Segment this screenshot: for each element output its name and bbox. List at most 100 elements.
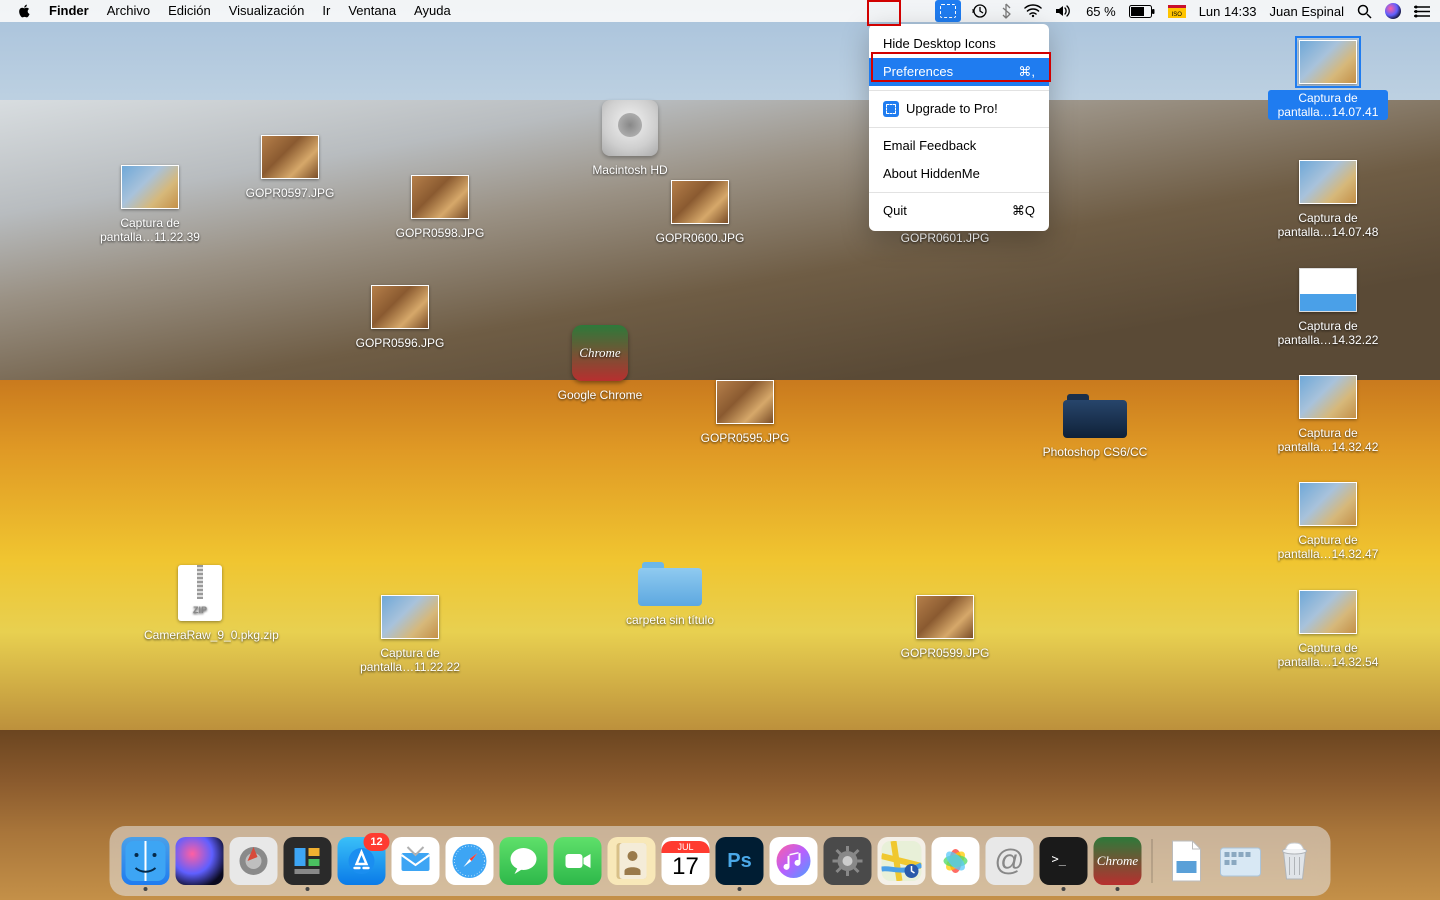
folder-icon xyxy=(1063,390,1127,438)
file-captura-143222[interactable]: Captura de pantalla…14.32.22 xyxy=(1268,268,1388,348)
file-captura-112222[interactable]: Captura de pantalla…11.22.22 xyxy=(350,595,470,675)
dock-separator xyxy=(1152,839,1153,883)
timemachine-icon[interactable] xyxy=(970,0,990,22)
wallpaper-mountains xyxy=(0,100,1440,420)
dock-mail[interactable] xyxy=(392,837,440,885)
app-google-chrome[interactable]: ChromeGoogle Chrome xyxy=(540,325,660,403)
file-captura-140741-selected[interactable]: Captura de pantalla…14.07.41 xyxy=(1268,40,1388,120)
dock-launchpad[interactable] xyxy=(230,837,278,885)
calendar-month: JUL xyxy=(662,841,710,853)
dock-calendar[interactable]: JUL17 xyxy=(662,837,710,885)
screenshot-thumb-icon xyxy=(1299,160,1357,204)
dock-messages[interactable] xyxy=(500,837,548,885)
dock-chrome[interactable]: Chrome xyxy=(1094,837,1142,885)
photo-thumb-icon xyxy=(411,175,469,219)
file-gopr0597[interactable]: GOPR0597.JPG xyxy=(230,135,350,201)
apple-menu[interactable] xyxy=(8,4,40,18)
screenshot-thumb-icon xyxy=(1299,375,1357,419)
photo-thumb-icon xyxy=(371,285,429,329)
icon-label: Captura de pantalla…11.22.22 xyxy=(350,645,470,675)
dock-appstore[interactable]: 12 xyxy=(338,837,386,885)
menu-ventana[interactable]: Ventana xyxy=(339,0,405,22)
dock-safari[interactable] xyxy=(446,837,494,885)
icon-label: Captura de pantalla…14.32.54 xyxy=(1268,640,1388,670)
menu-separator xyxy=(869,192,1049,193)
icon-label: Captura de pantalla…14.07.48 xyxy=(1268,210,1388,240)
icon-label: GOPR0601.JPG xyxy=(897,230,994,246)
dock-system-preferences[interactable] xyxy=(824,837,872,885)
spotlight-icon[interactable] xyxy=(1355,0,1374,22)
dock-terminal[interactable]: >_ xyxy=(1040,837,1088,885)
file-gopr0599[interactable]: GOPR0599.JPG xyxy=(885,595,1005,661)
screenshot-thumb-icon xyxy=(121,165,179,209)
dock-photoshop[interactable]: Ps xyxy=(716,837,764,885)
icon-label: GOPR0595.JPG xyxy=(697,430,794,446)
file-gopr0598[interactable]: GOPR0598.JPG xyxy=(380,175,500,241)
hiddenme-menubar-icon[interactable] xyxy=(935,0,961,22)
menu-email-feedback[interactable]: Email Feedback xyxy=(869,132,1049,160)
menu-archivo[interactable]: Archivo xyxy=(98,0,159,22)
menu-item-label: Email Feedback xyxy=(883,136,976,156)
menu-hide-desktop-icons[interactable]: Hide Desktop Icons xyxy=(869,30,1049,58)
flag-spain-icon xyxy=(1168,5,1186,17)
file-gopr0596[interactable]: GOPR0596.JPG xyxy=(340,285,460,351)
siri-icon[interactable] xyxy=(1383,0,1403,22)
file-cameraraw-zip[interactable]: CameraRaw_9_0.pkg.zip xyxy=(140,565,260,643)
dock-finder[interactable] xyxy=(122,837,170,885)
dock-contacts[interactable] xyxy=(608,837,656,885)
icon-label: carpeta sin título xyxy=(622,612,718,628)
menu-separator xyxy=(869,127,1049,128)
menu-ir[interactable]: Ir xyxy=(313,0,339,22)
dock-photos[interactable] xyxy=(932,837,980,885)
photo-thumb-icon xyxy=(261,135,319,179)
keyboard-layout-flag[interactable] xyxy=(1166,0,1188,22)
file-captura-143254[interactable]: Captura de pantalla…14.32.54 xyxy=(1268,590,1388,670)
dock-document[interactable] xyxy=(1163,837,1211,885)
dock-at-app[interactable]: @ xyxy=(986,837,1034,885)
file-gopr0600[interactable]: GOPR0600.JPG xyxy=(640,180,760,246)
icon-label: Captura de pantalla…14.32.47 xyxy=(1268,532,1388,562)
dock-facetime[interactable] xyxy=(554,837,602,885)
menu-ayuda[interactable]: Ayuda xyxy=(405,0,460,22)
hdd-icon xyxy=(602,100,658,156)
menu-upgrade-pro[interactable]: Upgrade to Pro! xyxy=(869,95,1049,123)
file-gopr0595[interactable]: GOPR0595.JPG xyxy=(685,380,805,446)
menu-edicion[interactable]: Edición xyxy=(159,0,220,22)
drive-macintosh-hd[interactable]: Macintosh HD xyxy=(570,100,690,178)
dock-itunes[interactable] xyxy=(770,837,818,885)
icon-label: GOPR0597.JPG xyxy=(242,185,339,201)
user-name[interactable]: Juan Espinal xyxy=(1268,0,1346,22)
photo-thumb-icon xyxy=(916,595,974,639)
dock-mission-control[interactable] xyxy=(284,837,332,885)
clock[interactable]: Lun 14:33 xyxy=(1197,0,1259,22)
icon-label: GOPR0599.JPG xyxy=(897,645,994,661)
file-captura-143247[interactable]: Captura de pantalla…14.32.47 xyxy=(1268,482,1388,562)
menu-about[interactable]: About HiddenMe xyxy=(869,160,1049,188)
dock-siri[interactable] xyxy=(176,837,224,885)
icon-label: GOPR0598.JPG xyxy=(392,225,489,241)
desktop[interactable]: Finder Archivo Edición Visualización Ir … xyxy=(0,0,1440,900)
file-captura-143242[interactable]: Captura de pantalla…14.32.42 xyxy=(1268,375,1388,455)
folder-carpeta[interactable]: carpeta sin título xyxy=(610,558,730,628)
dock-maps[interactable] xyxy=(878,837,926,885)
notification-center-icon[interactable] xyxy=(1412,0,1432,22)
hiddenme-icon xyxy=(940,4,956,18)
dock-trash[interactable] xyxy=(1271,837,1319,885)
volume-icon[interactable] xyxy=(1053,0,1075,22)
file-captura-112239[interactable]: Captura de pantalla…11.22.39 xyxy=(90,165,210,245)
dock-desktop-folder[interactable] xyxy=(1217,837,1265,885)
folder-photoshop[interactable]: Photoshop CS6/CC xyxy=(1035,390,1155,460)
badge-count: 12 xyxy=(364,833,390,851)
screenshot-thumb-icon xyxy=(381,595,439,639)
dock: 12 JUL17 Ps @ >_ Chrome xyxy=(110,826,1331,896)
file-captura-140748[interactable]: Captura de pantalla…14.07.48 xyxy=(1268,160,1388,240)
menu-quit[interactable]: Quit ⌘Q xyxy=(869,197,1049,225)
menu-preferences[interactable]: Preferences ⌘, xyxy=(869,58,1049,86)
battery-icon[interactable] xyxy=(1127,0,1157,22)
svg-text:>_: >_ xyxy=(1052,852,1067,866)
app-name-menu[interactable]: Finder xyxy=(40,0,98,22)
wifi-icon[interactable] xyxy=(1022,0,1044,22)
bluetooth-icon[interactable] xyxy=(999,0,1013,22)
menu-visualizacion[interactable]: Visualización xyxy=(220,0,314,22)
menu-separator xyxy=(869,90,1049,91)
